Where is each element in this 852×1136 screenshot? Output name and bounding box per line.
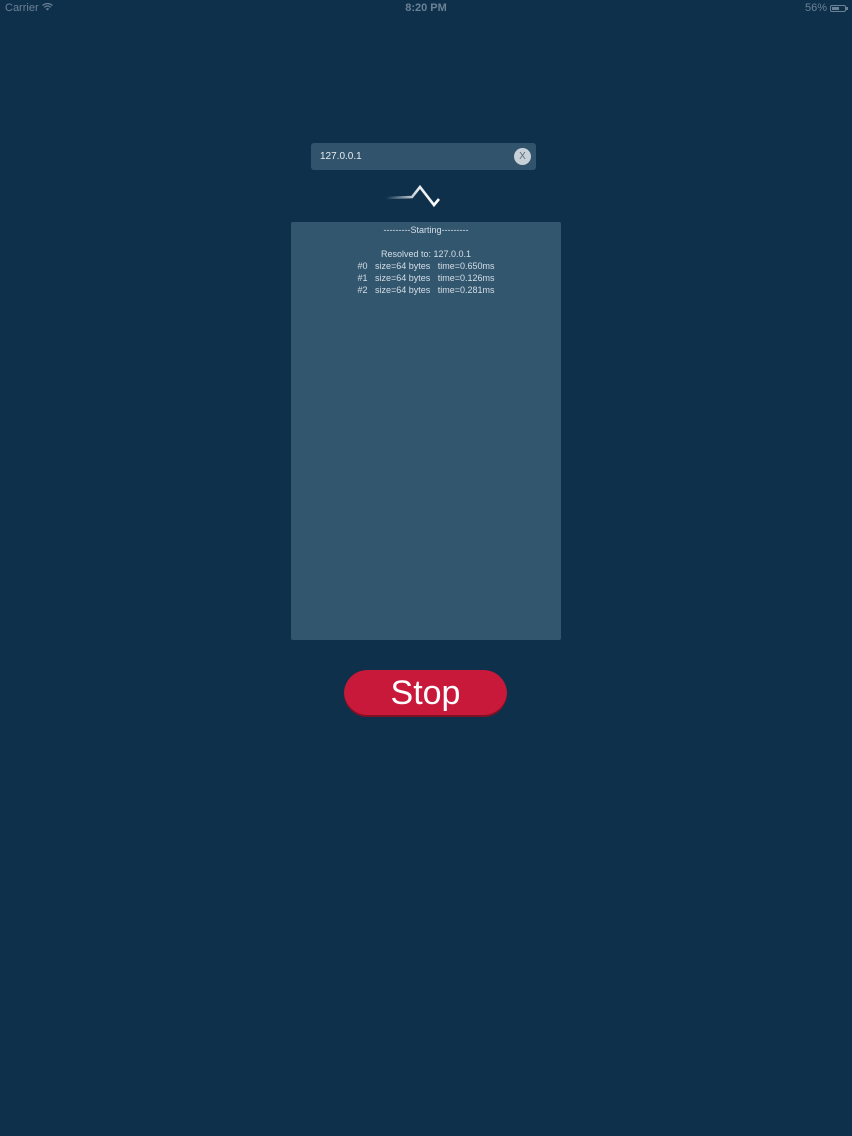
battery-icon <box>830 4 848 12</box>
address-field[interactable]: X <box>311 143 536 170</box>
clear-icon: X <box>519 151 526 162</box>
stop-button[interactable]: Stop <box>344 670 507 717</box>
status-time: 8:20 PM <box>405 2 447 14</box>
log-line: #1 size=64 bytes time=0.126ms <box>357 273 495 283</box>
ping-wave-icon <box>385 184 440 208</box>
log-line: #0 size=64 bytes time=0.650ms <box>357 261 495 271</box>
log-line: Resolved to: 127.0.0.1 <box>380 249 472 259</box>
battery-percent: 56% <box>804 2 827 14</box>
log-header: ---------Starting--------- <box>383 225 469 235</box>
host-input[interactable] <box>320 143 510 170</box>
status-right: 56% <box>804 2 848 14</box>
battery-fill <box>832 6 839 10</box>
log-line: #2 size=64 bytes time=0.281ms <box>357 285 495 295</box>
status-bar: Carrier 8:20 PM 56% <box>0 0 852 18</box>
clear-button[interactable]: X <box>514 148 531 165</box>
log-panel: ---------Starting--------- Resolved to: … <box>291 222 561 640</box>
